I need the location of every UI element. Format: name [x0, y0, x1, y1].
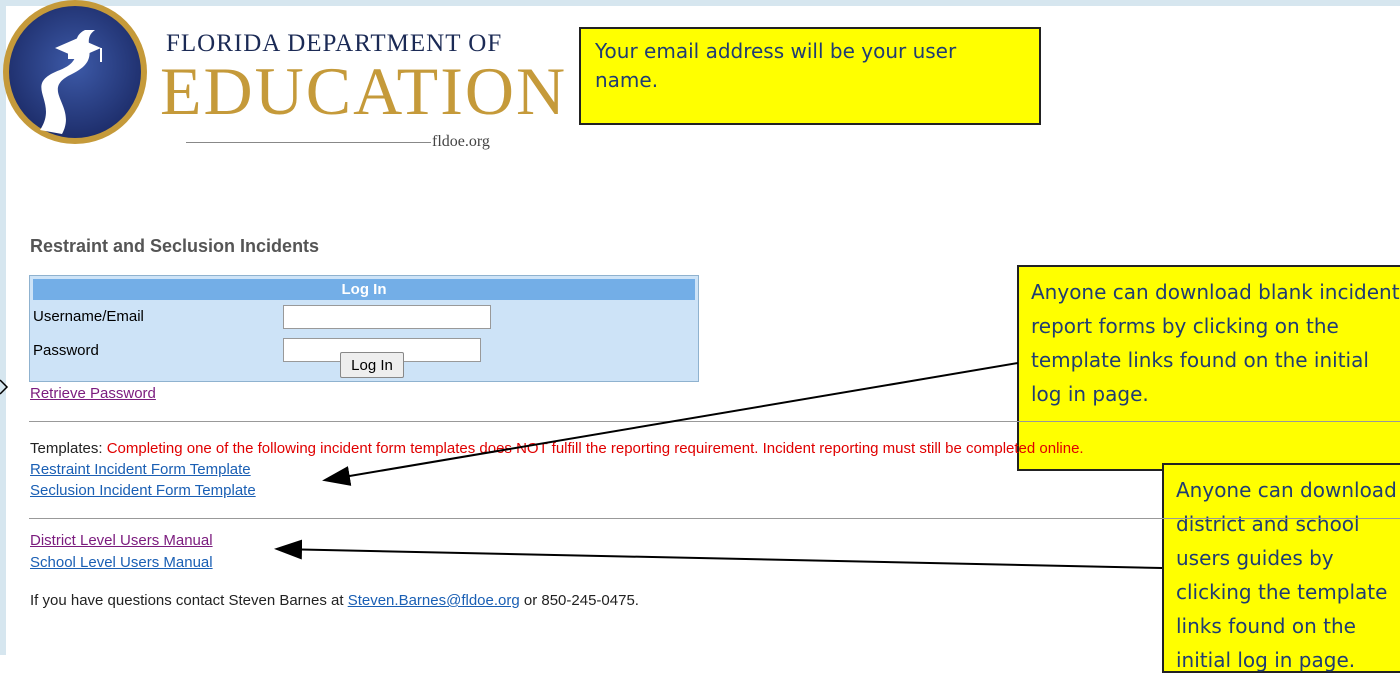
retrieve-password-link[interactable]: Retrieve Password — [30, 385, 156, 402]
contact-suffix: or 850-245-0475. — [519, 592, 639, 609]
templates-warning: Completing one of the following incident… — [106, 440, 1084, 457]
logo-rule — [186, 142, 431, 143]
login-header: Log In — [33, 279, 695, 300]
divider — [29, 421, 1400, 422]
logo-wordmark: EDUCATION — [160, 53, 568, 129]
district-manual-link[interactable]: District Level Users Manual — [30, 532, 213, 549]
logo-url: fldoe.org — [432, 133, 490, 150]
templates-label: Templates: — [30, 440, 107, 457]
password-label: Password — [33, 342, 99, 359]
seclusion-template-link[interactable]: Seclusion Incident Form Template — [30, 482, 256, 499]
fldoe-logo: Florida Department of EDUCATION fldoe.or… — [0, 0, 565, 160]
school-manual-link[interactable]: School Level Users Manual — [30, 554, 213, 571]
logo-emblem-icon — [3, 0, 147, 144]
page-title: Restraint and Seclusion Incidents — [30, 236, 320, 256]
templates-notice: Templates: Completing one of the followi… — [30, 440, 1084, 457]
login-button[interactable]: Log In — [340, 352, 404, 378]
arrow-to-manuals — [274, 539, 1163, 569]
username-label: Username/Email — [33, 308, 144, 325]
callout-manuals-info: Anyone can download district and school … — [1162, 463, 1400, 673]
callout-email-username: Your email address will be your user nam… — [579, 27, 1041, 125]
contact-info: If you have questions contact Steven Bar… — [30, 592, 639, 609]
contact-prefix: If you have questions contact Steven Bar… — [30, 592, 348, 609]
login-panel: Log In Username/Email Password Log In — [29, 275, 699, 382]
contact-email-link[interactable]: Steven.Barnes@fldoe.org — [348, 592, 520, 609]
divider — [29, 518, 1400, 519]
username-input[interactable] — [283, 305, 491, 329]
restraint-template-link[interactable]: Restraint Incident Form Template — [30, 461, 251, 478]
